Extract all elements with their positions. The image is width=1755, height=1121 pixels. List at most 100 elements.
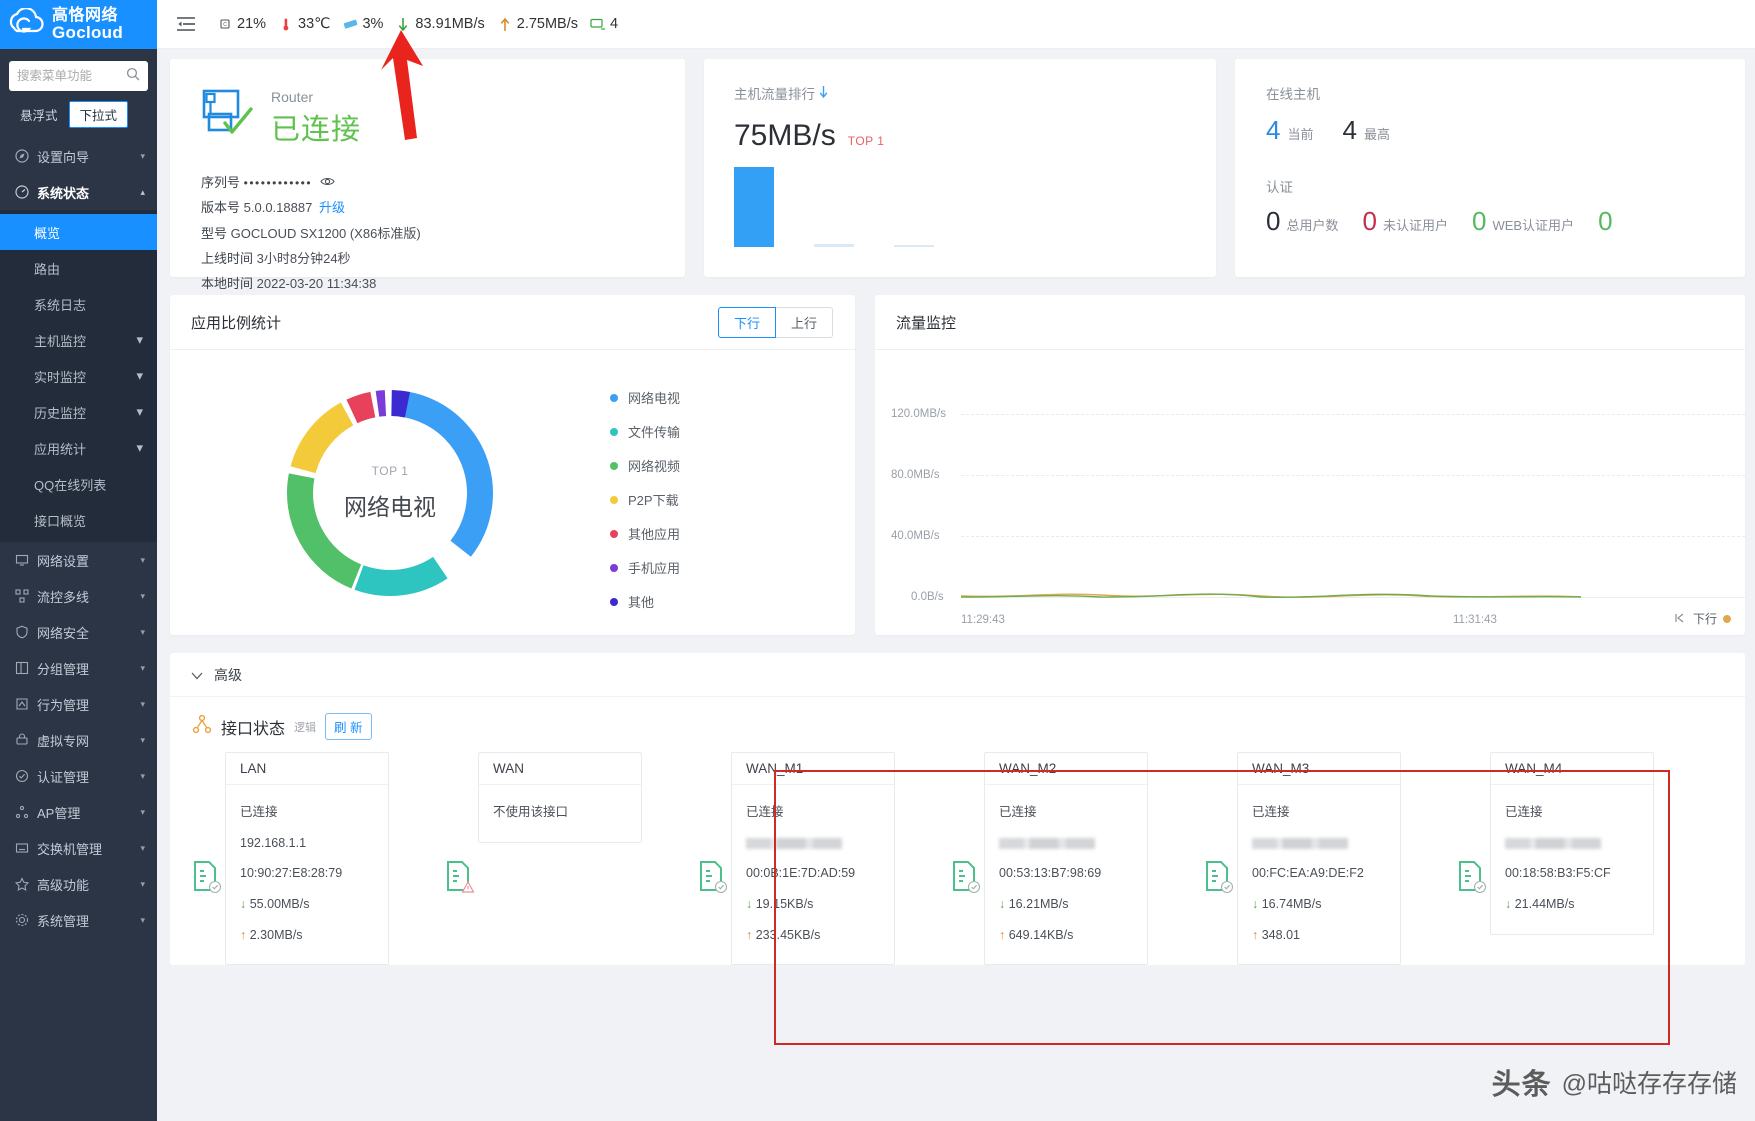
- interface-status-header: 接口状态 逻辑 刷 新: [170, 697, 1745, 740]
- sidebar-item-auth-management[interactable]: 认证管理 ▾: [0, 758, 157, 794]
- interface-unit-lan: LAN 已连接 192.168.1.1 10:90:27:E8:28:79 ↓ …: [192, 752, 389, 965]
- interface-card[interactable]: WAN_M1 已连接 00:0B:1E:7D:AD:59 ↓ 19.15KB/s…: [731, 752, 895, 965]
- app-ratio-body: TOP 1 网络电视 网络电视 文件传输 网络视频 P2P下载 其他应用 手机应…: [170, 350, 855, 635]
- legend-item[interactable]: P2P下载: [610, 490, 680, 509]
- mode-dropdown-button[interactable]: 下拉式: [69, 101, 129, 128]
- auth-unauthenticated-users: 0 未认证用户: [1362, 206, 1447, 237]
- interface-mac: 10:90:27:E8:28:79: [240, 858, 388, 889]
- sidebar-item-network-settings[interactable]: 网络设置 ▾: [0, 542, 157, 578]
- donut-top-app: 网络电视: [344, 488, 436, 522]
- router-type-label: Router: [271, 89, 361, 105]
- legend-item[interactable]: 网络视频: [610, 456, 680, 475]
- interface-card[interactable]: WAN_M3 已连接 00:FC:EA:A9:DE:F2 ↓ 16.74MB/s…: [1237, 752, 1401, 965]
- legend-item[interactable]: 其他: [610, 592, 680, 611]
- main-area: C 21% 33℃ 3% 83.91MB/s 2.75MB/s 4: [157, 0, 1755, 1121]
- sidebar-subitem-label: 应用统计: [34, 439, 86, 458]
- sidebar-item-routing[interactable]: 路由: [0, 250, 157, 286]
- online-hosts-max-value: 4: [1342, 115, 1356, 146]
- upgrade-link[interactable]: 升级: [319, 200, 345, 215]
- auth-extra-value: 0: [1598, 206, 1612, 237]
- interface-details: 已连接 00:0B:1E:7D:AD:59 ↓ 19.15KB/s ↑ 233.…: [732, 785, 894, 964]
- legend-label: 其他: [628, 592, 654, 611]
- eye-icon[interactable]: [320, 175, 335, 190]
- interface-mac: 00:53:13:B7:98:69: [999, 858, 1147, 889]
- refresh-button[interactable]: 刷 新: [325, 713, 371, 740]
- chevron-down-icon: ▾: [140, 663, 145, 674]
- legend-downlink-label[interactable]: 下行: [1693, 610, 1717, 627]
- sidebar-item-group-management[interactable]: 分组管理 ▾: [0, 650, 157, 686]
- interface-card[interactable]: WAN_M4 已连接 00:18:58:B3:F5:CF ↓ 21.44MB/s: [1490, 752, 1654, 935]
- interface-status-subtitle: 逻辑: [294, 719, 316, 735]
- chevron-down-icon: ▾: [140, 879, 145, 890]
- sidebar-item-overview[interactable]: 概览: [0, 214, 157, 250]
- legend-color-dot: [610, 496, 618, 504]
- legend-color-dot: [610, 394, 618, 402]
- sidebar-item-system-status[interactable]: 系统状态 ▴: [0, 174, 157, 210]
- search-box[interactable]: [9, 61, 148, 91]
- brand-header[interactable]: 高恪网络 Gocloud: [0, 0, 157, 49]
- traffic-series-svg: [961, 350, 1581, 630]
- legend-item[interactable]: 网络电视: [610, 388, 680, 407]
- auth-web-label: WEB认证用户: [1492, 215, 1574, 234]
- sidebar-item-interface-overview[interactable]: 接口概览: [0, 502, 157, 538]
- sidebar-item-setup-wizard[interactable]: 设置向导 ▾: [0, 138, 157, 174]
- chevron-down-icon: ▾: [140, 771, 145, 782]
- advanced-header[interactable]: 高级: [170, 653, 1745, 697]
- sidebar-item-label: 行为管理: [37, 695, 132, 714]
- legend-label: 其他应用: [628, 524, 680, 543]
- traffic-legend: 下行: [1675, 610, 1731, 627]
- sidebar-item-vpn[interactable]: 虚拟专网 ▾: [0, 722, 157, 758]
- sidebar-item-label: 分组管理: [37, 659, 132, 678]
- sidebar-item-qq-online-list[interactable]: QQ在线列表: [0, 466, 157, 502]
- chevron-down-icon[interactable]: [191, 667, 203, 683]
- sidebar-submenu-system-status: 概览 路由 系统日志 主机监控▾ 实时监控▾ 历史监控▾ 应用统计▾ QQ在线列…: [0, 210, 157, 542]
- sidebar-item-switch-management[interactable]: 交换机管理 ▾: [0, 830, 157, 866]
- interface-card[interactable]: WAN_M2 已连接 00:53:13:B7:98:69 ↓ 16.21MB/s…: [984, 752, 1148, 965]
- masked-ip: [1252, 838, 1348, 849]
- menu-collapse-icon[interactable]: [169, 17, 203, 31]
- sidebar-item-host-monitor[interactable]: 主机监控▾: [0, 322, 157, 358]
- sidebar-item-advanced-features[interactable]: 高级功能 ▾: [0, 866, 157, 902]
- gauge-icon: [14, 185, 29, 200]
- sidebar-item-system-management[interactable]: 系统管理 ▾: [0, 902, 157, 938]
- sidebar-item-app-statistics[interactable]: 应用统计▾: [0, 430, 157, 466]
- search-icon[interactable]: [126, 67, 140, 86]
- switch-icon: [14, 841, 29, 856]
- interface-card[interactable]: WAN 不使用该接口: [478, 752, 642, 843]
- mode-floating-button[interactable]: 悬浮式: [9, 101, 69, 128]
- sidebar-item-network-security[interactable]: 网络安全 ▾: [0, 614, 157, 650]
- interface-details: 已连接 00:53:13:B7:98:69 ↓ 16.21MB/s ↑ 649.…: [985, 785, 1147, 964]
- auth-total-users-value: 0: [1266, 206, 1280, 237]
- x-axis-tick: 11:29:43: [961, 614, 1005, 626]
- router-model-label: 型号: [201, 226, 227, 241]
- sidebar-item-behavior-management[interactable]: 行为管理 ▾: [0, 686, 157, 722]
- router-version-value: 5.0.0.18887: [244, 200, 313, 215]
- interface-name: LAN: [226, 753, 388, 785]
- tab-uplink[interactable]: 上行: [776, 307, 833, 338]
- sidebar-subitem-label: 接口概览: [34, 511, 86, 530]
- sidebar-item-flow-control[interactable]: 流控多线 ▾: [0, 578, 157, 614]
- router-localtime-label: 本地时间: [201, 276, 253, 291]
- interface-card[interactable]: LAN 已连接 192.168.1.1 10:90:27:E8:28:79 ↓ …: [225, 752, 389, 965]
- legend-item[interactable]: 文件传输: [610, 422, 680, 441]
- menu-mode-switch: 悬浮式 下拉式: [0, 97, 157, 138]
- sidebar-item-ap-management[interactable]: AP管理 ▾: [0, 794, 157, 830]
- auth-title: 认证: [1266, 176, 1745, 196]
- stat-devices-value: 4: [610, 16, 618, 32]
- legend-item[interactable]: 手机应用: [610, 558, 680, 577]
- interface-ok-icon: [951, 860, 981, 894]
- sidebar-item-system-log[interactable]: 系统日志: [0, 286, 157, 322]
- down-arrow-icon: [818, 85, 829, 101]
- tab-downlink[interactable]: 下行: [718, 307, 776, 338]
- sidebar-item-realtime-monitor[interactable]: 实时监控▾: [0, 358, 157, 394]
- legend-label: P2P下载: [628, 490, 679, 509]
- legend-item[interactable]: 其他应用: [610, 524, 680, 543]
- search-input[interactable]: [17, 69, 126, 83]
- legend-prev-icon[interactable]: [1675, 612, 1687, 626]
- interface-ok-icon: [698, 860, 728, 894]
- interface-ip-masked: [1252, 828, 1400, 859]
- sidebar-item-history-monitor[interactable]: 历史监控▾: [0, 394, 157, 430]
- chevron-down-icon: ▾: [140, 915, 145, 926]
- interface-download-value: 21.44MB/s: [1515, 897, 1575, 911]
- router-serial-label: 序列号: [201, 175, 240, 190]
